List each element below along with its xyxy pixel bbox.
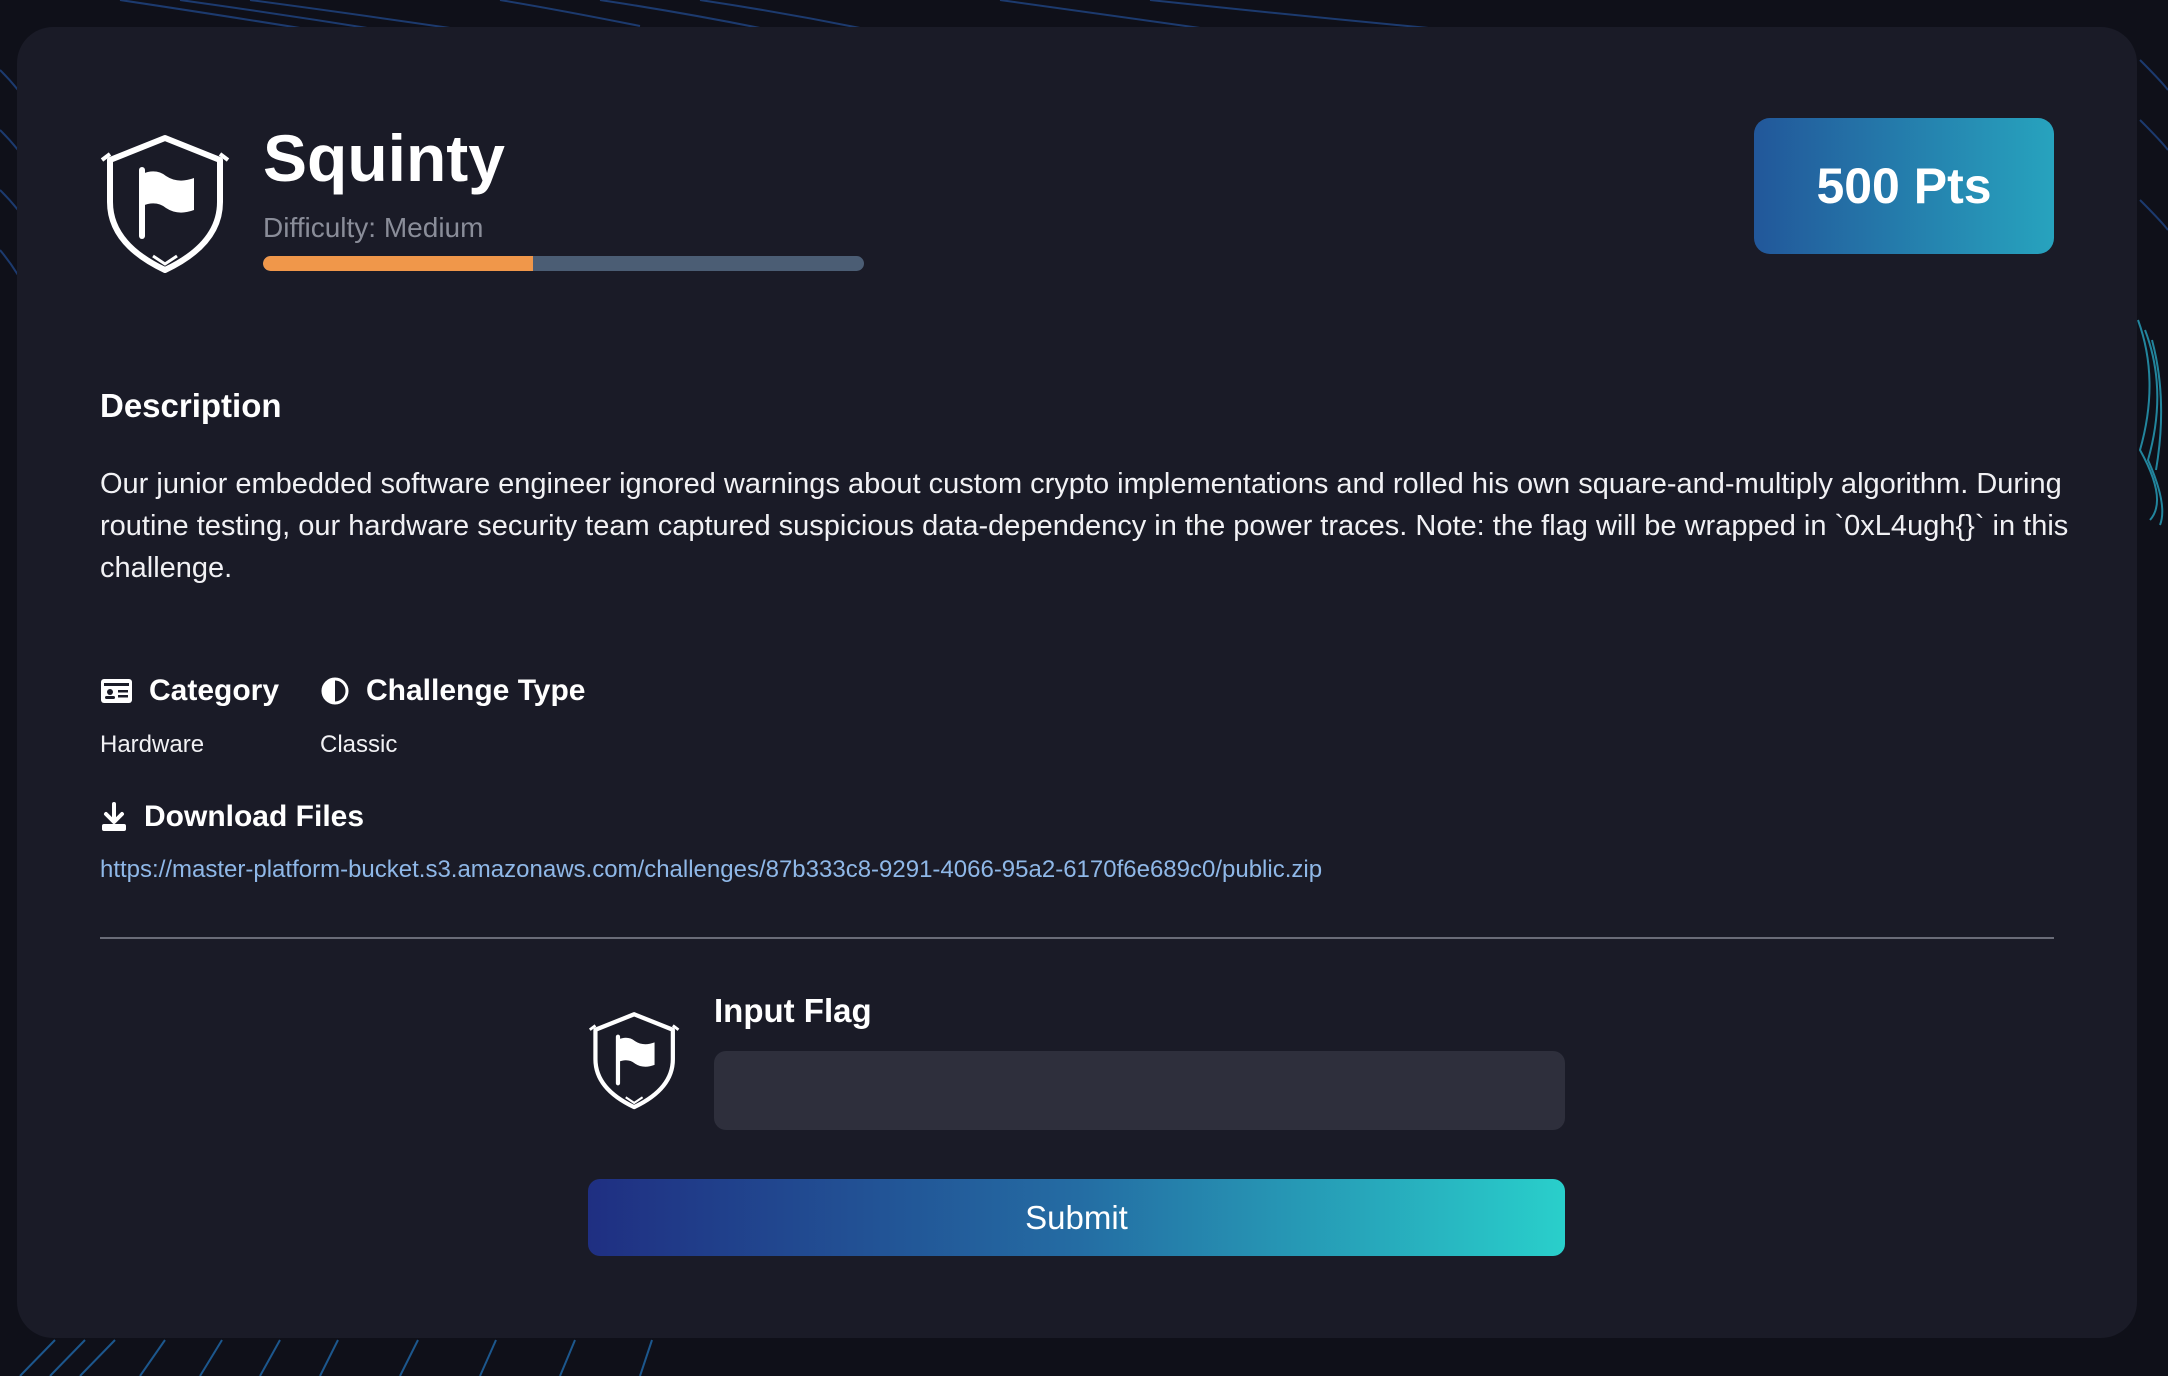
description-heading: Description: [100, 387, 282, 424]
download-files-label: Download Files: [144, 800, 365, 833]
challenge-type-heading: Challenge Type: [320, 673, 586, 709]
shield-flag-logo-icon: [100, 135, 230, 273]
submit-button[interactable]: Submit: [588, 1179, 1565, 1256]
challenge-type-value: Classic: [320, 731, 398, 758]
section-divider: [100, 937, 2054, 939]
input-flag-label: Input Flag: [714, 992, 872, 1029]
difficulty-progress-fill: [263, 256, 534, 271]
download-link[interactable]: https://master-platform-bucket.s3.amazon…: [100, 855, 1322, 885]
category-value: Hardware: [100, 731, 205, 758]
download-icon: [102, 802, 126, 831]
challenge-type-label: Challenge Type: [366, 674, 586, 707]
difficulty-label: Difficulty: Medium: [263, 212, 484, 243]
category-heading: Category: [100, 673, 279, 709]
category-label: Category: [149, 674, 280, 707]
challenge-title: Squinty: [263, 121, 505, 195]
points-badge: 500 Pts: [1754, 118, 2054, 254]
description-text: Our junior embedded software engineer ig…: [100, 468, 2069, 584]
difficulty-progress-bar: [263, 256, 864, 271]
half-circle-icon: [321, 677, 349, 705]
download-files-heading: Download Files: [100, 799, 364, 835]
flag-input[interactable]: [714, 1051, 1565, 1130]
id-card-icon: [101, 679, 132, 703]
shield-flag-small-icon: [588, 1012, 680, 1110]
